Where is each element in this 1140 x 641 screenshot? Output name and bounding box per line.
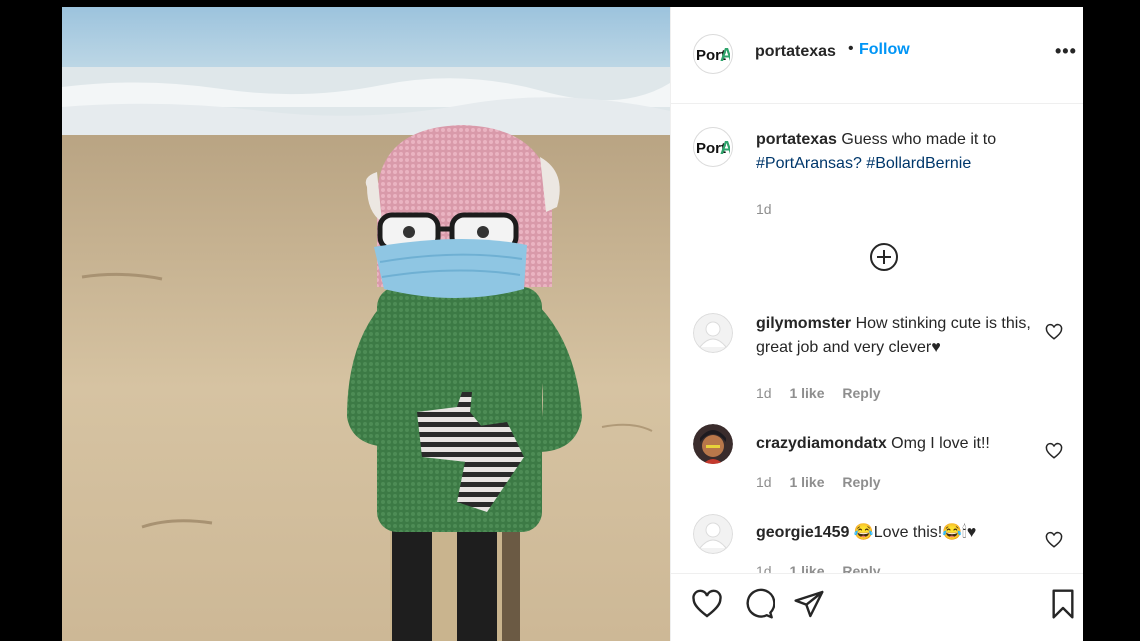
comment-likes[interactable]: 1 like: [789, 385, 824, 401]
heart-icon[interactable]: [691, 588, 723, 620]
comment-like-heart-icon[interactable]: [1045, 442, 1063, 460]
svg-text:A: A: [720, 138, 730, 157]
author-username[interactable]: portatexas: [755, 43, 836, 61]
comment-icon[interactable]: [743, 588, 775, 620]
post-action-bar: [671, 573, 1083, 641]
commenter-username[interactable]: georgie1459: [756, 524, 849, 541]
caption-meta: 1d: [756, 201, 786, 217]
comment-like-heart-icon[interactable]: [1045, 531, 1063, 549]
bookmark-icon[interactable]: [1047, 588, 1079, 620]
follow-button[interactable]: Follow: [859, 41, 910, 59]
post-image: [62, 7, 670, 641]
post-photo[interactable]: [62, 7, 670, 641]
user-photo-avatar: [693, 424, 733, 464]
porta-logo-icon: Port A: [696, 45, 730, 64]
reply-button[interactable]: Reply: [842, 474, 880, 490]
commenter-username[interactable]: crazydiamondatx: [756, 435, 887, 452]
hashtag-link[interactable]: #BollardBernie: [866, 155, 971, 172]
svg-text:A: A: [720, 45, 730, 64]
commenter-username[interactable]: gilymomster: [756, 315, 851, 332]
more-options-icon[interactable]: •••: [1055, 41, 1077, 62]
caption-body: Guess who made it to: [841, 131, 997, 148]
comment-likes[interactable]: 1 like: [789, 474, 824, 490]
porta-logo-icon: Port A: [696, 138, 730, 157]
comment-body: Omg I love it!!: [891, 435, 990, 452]
comment-text: georgie1459 😂Love this!😂🕯♥: [756, 521, 1046, 545]
load-more-comments-icon[interactable]: [869, 242, 899, 272]
commenter-avatar[interactable]: [693, 313, 733, 353]
comment-like-heart-icon[interactable]: [1045, 323, 1063, 341]
default-avatar-icon: [693, 514, 733, 554]
caption-username[interactable]: portatexas: [756, 131, 837, 148]
post-header: Port A portatexas • Follow •••: [671, 7, 1083, 104]
caption-text: portatexas Guess who made it to #PortAra…: [756, 128, 1046, 176]
reply-button[interactable]: Reply: [842, 385, 880, 401]
comment-meta: 1d 1 like Reply: [756, 474, 895, 490]
share-icon[interactable]: [793, 588, 825, 620]
author-avatar[interactable]: Port A: [693, 34, 733, 74]
comment-text: gilymomster How stinking cute is this, g…: [756, 312, 1046, 360]
separator-dot: •: [848, 40, 854, 57]
comment-body: 😂Love this!😂🕯♥: [853, 524, 977, 541]
commenter-avatar[interactable]: [693, 514, 733, 554]
hashtag-link[interactable]: #PortAransas?: [756, 155, 862, 172]
comment-meta: 1d 1 like Reply: [756, 385, 895, 401]
comment-time: 1d: [756, 474, 772, 490]
commenter-avatar[interactable]: [693, 424, 733, 464]
comment-text: crazydiamondatx Omg I love it!!: [756, 432, 1046, 456]
instagram-post: Port A portatexas • Follow ••• Port A po…: [62, 7, 1083, 641]
caption-time: 1d: [756, 201, 772, 217]
comment-time: 1d: [756, 385, 772, 401]
caption-avatar[interactable]: Port A: [693, 127, 733, 167]
default-avatar-icon: [693, 313, 733, 353]
post-sidebar: Port A portatexas • Follow ••• Port A po…: [670, 7, 1083, 641]
